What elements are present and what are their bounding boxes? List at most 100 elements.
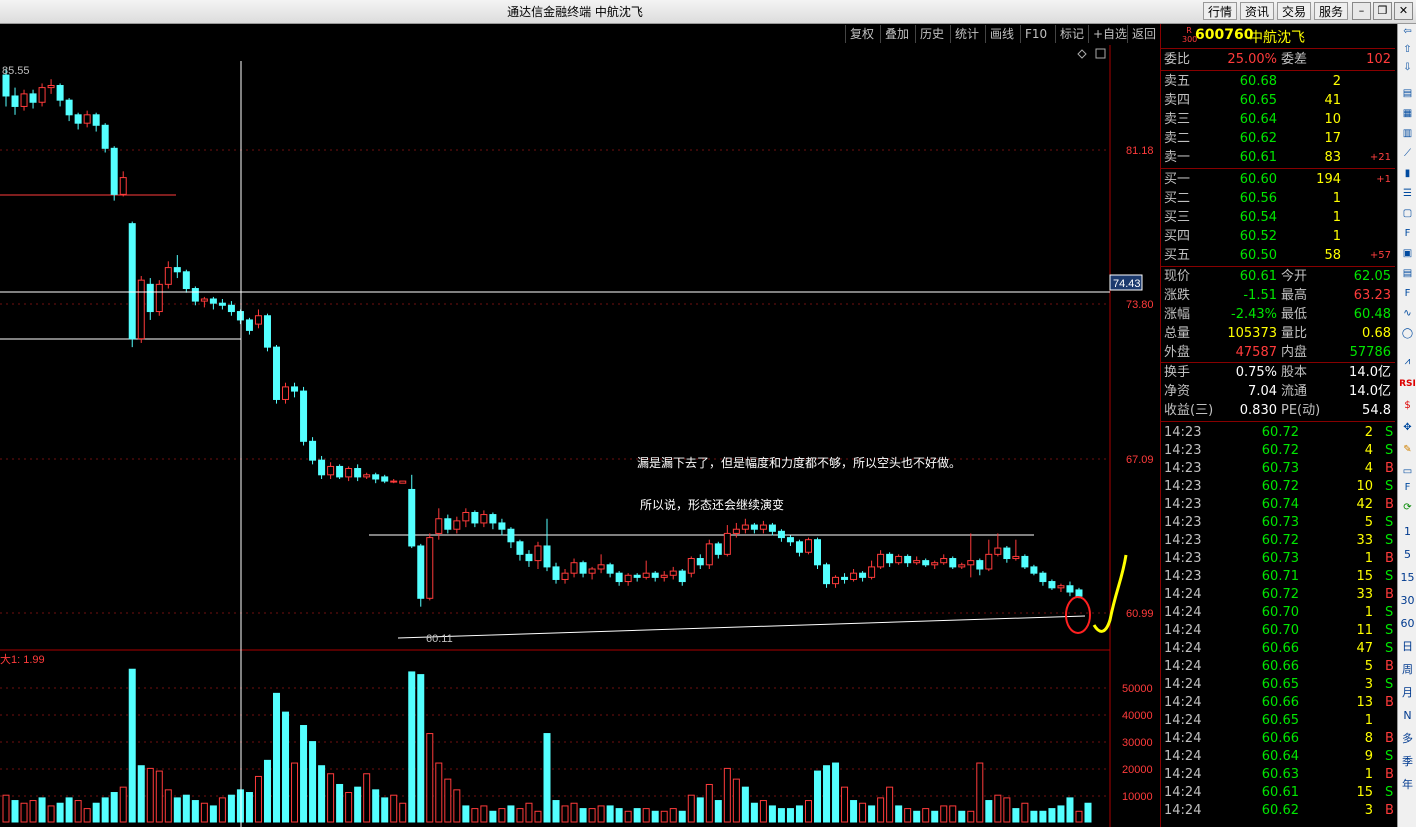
nav-news-button[interactable]: 资讯: [1240, 2, 1275, 20]
grid-icon[interactable]: ▦: [1399, 106, 1416, 122]
candle-body: [20, 93, 28, 107]
period-button[interactable]: 季: [1399, 754, 1416, 770]
price-tick-2: 67.09: [1126, 454, 1154, 466]
candle-body: [209, 298, 217, 304]
minimize-icon[interactable]: –: [1352, 2, 1371, 20]
move-icon[interactable]: ✥: [1399, 420, 1416, 436]
wave-icon[interactable]: ∿: [1399, 306, 1416, 322]
diamond-icon[interactable]: [1077, 49, 1087, 59]
volume-bar: [1048, 808, 1056, 823]
period-button[interactable]: N: [1399, 708, 1416, 724]
volume-bar: [777, 808, 785, 823]
stat-label: 最低: [1281, 307, 1308, 322]
period-button[interactable]: 30: [1399, 593, 1416, 609]
period-button[interactable]: 年: [1399, 777, 1416, 793]
f10-icon[interactable]: F: [1399, 226, 1416, 242]
tool-add-watchlist[interactable]: +自选: [1088, 25, 1131, 43]
candle-body: [354, 468, 362, 478]
candle-body: [759, 524, 767, 530]
candle-body: [291, 386, 299, 392]
period-button[interactable]: 60: [1399, 616, 1416, 632]
buy-level-volume: 58: [1324, 248, 1341, 263]
money-icon[interactable]: $: [1399, 398, 1416, 414]
calendar-icon[interactable]: ▤: [1399, 266, 1416, 282]
period-button[interactable]: 1: [1399, 524, 1416, 540]
trend-icon[interactable]: ⩘: [1399, 354, 1416, 370]
tool-f10[interactable]: F10: [1020, 25, 1051, 43]
tool-restore-rights[interactable]: 复权: [845, 25, 878, 43]
kline-chart[interactable]: 74.43 81.18 73.80 67.09 60.99 50000 4000…: [0, 45, 1160, 827]
candle-body: [74, 114, 82, 124]
tick-volume: 5: [1364, 515, 1373, 530]
tick-price: 60.65: [1261, 713, 1299, 728]
tool-history[interactable]: 历史: [915, 25, 948, 43]
report-icon[interactable]: ▤: [1399, 86, 1416, 102]
tick-volume: 1: [1364, 605, 1373, 620]
tool-draw-line[interactable]: 画线: [985, 25, 1018, 43]
arrow-up-icon[interactable]: ⇧: [1399, 42, 1416, 58]
volume-bar: [823, 765, 831, 823]
stat-label: 量比: [1281, 326, 1308, 341]
volume-bar: [660, 810, 668, 823]
nav-quotes-button[interactable]: 行情: [1203, 2, 1238, 20]
candle-body: [651, 572, 659, 578]
volume-bar: [435, 762, 443, 823]
stat-value: 57786: [1349, 345, 1391, 360]
candle-body: [976, 560, 984, 570]
stat-value: -1.51: [1243, 288, 1277, 303]
period-button[interactable]: 月: [1399, 685, 1416, 701]
price-tick-0: 81.18: [1126, 145, 1154, 157]
box-icon[interactable]: ▭: [1399, 464, 1416, 480]
arrow-down-icon[interactable]: ⇩: [1399, 60, 1416, 76]
table-icon[interactable]: ▥: [1399, 126, 1416, 142]
period-button[interactable]: 5: [1399, 547, 1416, 563]
volume-bar: [597, 805, 605, 823]
period-button[interactable]: 周: [1399, 662, 1416, 678]
restore-icon[interactable]: ❐: [1373, 2, 1392, 20]
candle-body: [895, 555, 903, 564]
tick-row: 14:24 60.70 1 S: [1161, 603, 1395, 622]
pencil-icon[interactable]: ✎: [1399, 442, 1416, 458]
fz-icon[interactable]: F: [1399, 286, 1416, 302]
arrow-left-icon[interactable]: ⇦: [1399, 24, 1416, 40]
candle-body: [741, 524, 749, 530]
volume-bar: [904, 808, 912, 823]
fund-label: 净资: [1164, 384, 1191, 399]
buy-level-volume: 1: [1332, 229, 1341, 244]
tool-statistics[interactable]: 统计: [950, 25, 983, 43]
info-icon[interactable]: ▣: [1399, 246, 1416, 262]
tool-back[interactable]: 返回: [1127, 25, 1160, 43]
volume-bar: [976, 762, 984, 823]
stat-label: 涨跌: [1164, 288, 1191, 303]
period-button[interactable]: 15: [1399, 570, 1416, 586]
rsi-icon[interactable]: RSI: [1399, 376, 1416, 392]
refresh-icon[interactable]: ⟳: [1399, 500, 1416, 516]
candle-body: [994, 547, 1002, 555]
tick-row: 14:23 60.72 4 S: [1161, 441, 1395, 460]
fs-icon[interactable]: F: [1399, 480, 1416, 496]
chart-corner-icons[interactable]: [1077, 48, 1106, 59]
tool-mark[interactable]: 标记: [1055, 25, 1088, 43]
candle-body: [408, 488, 416, 547]
candle-body: [128, 223, 136, 340]
window-toggle-icon[interactable]: [1095, 48, 1106, 59]
candle-body: [561, 572, 569, 580]
list-icon[interactable]: ☰: [1399, 186, 1416, 202]
period-button[interactable]: 日: [1399, 639, 1416, 655]
nav-trade-button[interactable]: 交易: [1277, 2, 1312, 20]
line-chart-icon[interactable]: ⟋: [1399, 146, 1416, 162]
tick-time: 14:23: [1164, 479, 1202, 494]
doc-icon[interactable]: ▢: [1399, 206, 1416, 222]
tool-overlay[interactable]: 叠加: [880, 25, 913, 43]
candle-body: [705, 543, 713, 566]
tick-direction: S: [1385, 533, 1394, 548]
candle-icon[interactable]: ▮: [1399, 166, 1416, 182]
period-button[interactable]: 多: [1399, 731, 1416, 747]
circle-icon[interactable]: ◯: [1399, 326, 1416, 342]
close-icon[interactable]: ✕: [1394, 2, 1413, 20]
candle-body: [687, 558, 695, 574]
volume-tick-1: 40000: [1122, 710, 1153, 722]
nav-service-button[interactable]: 服务: [1314, 2, 1349, 20]
candle-body: [723, 532, 731, 555]
tick-price: 60.74: [1261, 497, 1299, 512]
